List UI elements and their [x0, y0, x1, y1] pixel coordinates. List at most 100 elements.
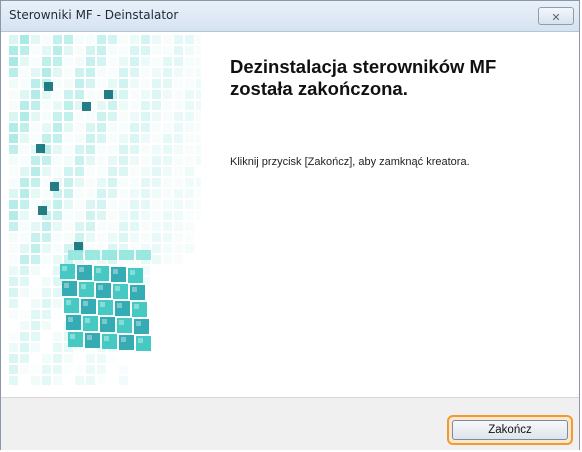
cube-tile: [64, 112, 73, 121]
cube-tile: [53, 101, 62, 110]
cube-tile: [97, 200, 106, 209]
cube-tile: [196, 134, 201, 143]
cube-tile: [196, 156, 201, 165]
finish-button-highlight[interactable]: Zakończ: [447, 415, 573, 445]
cube-tile: [97, 134, 106, 143]
cube-tile: [152, 156, 161, 165]
cube-tile: [136, 250, 151, 260]
cube-tile: [9, 134, 18, 143]
close-button[interactable]: ✕: [538, 7, 574, 25]
cube-tile: [75, 222, 84, 231]
cube-tile: [64, 354, 73, 363]
cube-tile: [174, 101, 183, 110]
cube-tile: [141, 189, 150, 198]
cube-tile: [98, 285, 103, 290]
cube-tile: [53, 354, 62, 363]
cube-tile: [36, 144, 45, 153]
cube-tile: [42, 178, 51, 187]
cube-tile: [9, 112, 18, 121]
cube-tile: [86, 156, 95, 165]
cube-tile: [141, 123, 150, 132]
cube-tile: [108, 156, 117, 165]
cube-tile: [174, 112, 183, 121]
cube-tile: [75, 365, 84, 374]
cube-tile: [119, 145, 128, 154]
cube-tile: [31, 266, 40, 275]
heading-line-1: Dezinstalacja sterowników MF: [230, 56, 497, 77]
cube-tile: [42, 189, 51, 198]
cube-tile: [174, 35, 183, 44]
cube-tile: [42, 321, 51, 330]
cube-tile: [64, 189, 73, 198]
heading-line-2: została zakończona.: [230, 78, 408, 99]
cube-tile: [97, 365, 106, 374]
cube-tile: [196, 189, 201, 198]
cube-tile: [152, 211, 161, 220]
cube-tile: [53, 90, 62, 99]
cube-tile: [20, 343, 29, 352]
cube-tile: [42, 57, 51, 66]
cube-tile: [163, 112, 172, 121]
cube-tile: [31, 299, 40, 308]
cube-tile: [196, 211, 201, 220]
cube-tile: [20, 321, 29, 330]
cube-tile: [42, 35, 51, 44]
cube-tile: [130, 178, 139, 187]
cube-tile: [53, 112, 62, 121]
cube-tile: [9, 233, 18, 242]
main-content: Dezinstalacja sterowników MF została zak…: [230, 56, 560, 168]
cube-tile: [86, 68, 95, 77]
cube-tile: [64, 101, 73, 110]
cube-tile: [141, 178, 150, 187]
cube-tile: [97, 68, 106, 77]
cube-tile: [130, 123, 139, 132]
cube-tile: [20, 101, 29, 110]
cube-tile: [185, 57, 194, 66]
finish-button[interactable]: Zakończ: [452, 420, 568, 440]
cube-tile: [20, 145, 29, 154]
cube-tile: [174, 79, 183, 88]
cube-tile: [196, 112, 201, 121]
cube-tile: [86, 233, 95, 242]
cube-tile: [75, 211, 84, 220]
cube-tile: [108, 211, 117, 220]
cube-tile: [97, 35, 106, 44]
cube-tile: [87, 335, 92, 340]
cube-tile: [9, 244, 18, 253]
cube-tile: [64, 123, 73, 132]
cube-tile: [138, 338, 143, 343]
cube-tile: [163, 178, 172, 187]
cube-tile: [97, 376, 106, 385]
cube-tile: [75, 46, 84, 55]
cube-tile: [53, 255, 62, 264]
cube-tile: [119, 101, 128, 110]
cube-tile: [185, 222, 194, 231]
cube-tile: [196, 145, 201, 154]
cube-tile: [119, 68, 128, 77]
cube-tile: [108, 134, 117, 143]
cube-tile: [141, 200, 150, 209]
cube-tile: [130, 233, 139, 242]
cube-tile: [185, 79, 194, 88]
cube-tile: [86, 365, 95, 374]
cube-tile: [75, 68, 84, 77]
cube-tile: [9, 178, 18, 187]
title-bar: Sterowniki MF - Deinstalator ✕: [1, 1, 579, 32]
cube-tile: [163, 79, 172, 88]
cube-tile: [185, 211, 194, 220]
cube-tile: [174, 156, 183, 165]
cube-tile: [130, 167, 139, 176]
cube-tile: [86, 112, 95, 121]
cube-tile: [66, 300, 71, 305]
cube-artwork-graphic: [9, 35, 201, 385]
cube-tile: [31, 376, 40, 385]
cube-tile: [64, 365, 73, 374]
cube-tile: [20, 68, 29, 77]
cube-tile: [119, 189, 128, 198]
cube-tile: [108, 79, 117, 88]
cube-tile: [53, 156, 62, 165]
cube-tile: [97, 101, 106, 110]
cube-tile: [130, 189, 139, 198]
cube-tile: [152, 222, 161, 231]
cube-tile: [141, 112, 150, 121]
